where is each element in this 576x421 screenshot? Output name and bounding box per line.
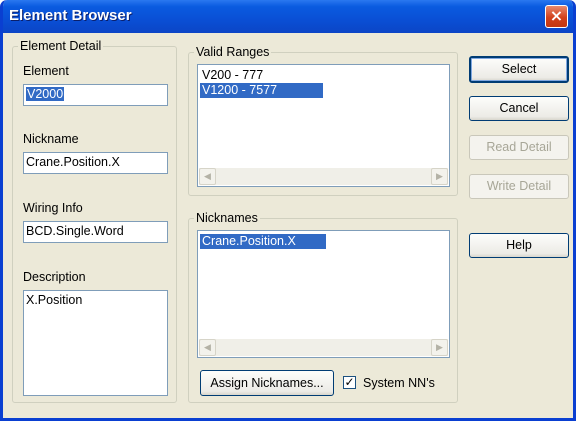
element-label: Element bbox=[23, 64, 69, 78]
help-button[interactable]: Help bbox=[469, 233, 569, 258]
description-label: Description bbox=[23, 270, 86, 284]
title-bar[interactable]: Element Browser × bbox=[3, 0, 573, 33]
nickname-field[interactable]: Crane.Position.X bbox=[23, 152, 168, 174]
system-nn-label: System NN's bbox=[363, 376, 435, 390]
description-field[interactable]: X.Position bbox=[23, 290, 168, 396]
write-detail-button[interactable]: Write Detail bbox=[469, 174, 569, 199]
scroll-left-icon[interactable]: ◀ bbox=[199, 168, 216, 185]
wiring-info-label: Wiring Info bbox=[23, 201, 83, 215]
close-icon[interactable]: × bbox=[545, 5, 568, 28]
list-item[interactable]: V200 - 777 bbox=[200, 68, 265, 83]
element-field[interactable]: V2000 bbox=[23, 84, 168, 106]
valid-ranges-list[interactable]: V200 - 777 V1200 - 7577 ◀ ▶ bbox=[197, 64, 450, 187]
element-browser-dialog: Element Browser × Element Detail Element… bbox=[0, 0, 576, 421]
horizontal-scrollbar[interactable]: ◀ ▶ bbox=[199, 168, 448, 185]
horizontal-scrollbar[interactable]: ◀ ▶ bbox=[199, 339, 448, 356]
assign-nicknames-button[interactable]: Assign Nicknames... bbox=[200, 370, 334, 396]
list-item-selected[interactable]: Crane.Position.X bbox=[200, 234, 326, 249]
nicknames-list[interactable]: Crane.Position.X ◀ ▶ bbox=[197, 230, 450, 358]
scroll-right-icon[interactable]: ▶ bbox=[431, 168, 448, 185]
element-value: V2000 bbox=[26, 87, 65, 101]
read-detail-button[interactable]: Read Detail bbox=[469, 135, 569, 160]
window-title: Element Browser bbox=[9, 7, 132, 24]
system-nn-checkbox[interactable]: ✓ bbox=[343, 376, 356, 389]
scroll-right-icon[interactable]: ▶ bbox=[431, 339, 448, 356]
select-button[interactable]: Select bbox=[469, 56, 569, 83]
valid-ranges-title: Valid Ranges bbox=[194, 45, 272, 59]
nicknames-title: Nicknames bbox=[194, 211, 260, 225]
element-detail-title: Element Detail bbox=[18, 39, 104, 53]
scroll-left-icon[interactable]: ◀ bbox=[199, 339, 216, 356]
cancel-button[interactable]: Cancel bbox=[469, 96, 569, 121]
nickname-label: Nickname bbox=[23, 132, 79, 146]
list-item-selected[interactable]: V1200 - 7577 bbox=[200, 83, 323, 98]
wiring-info-field[interactable]: BCD.Single.Word bbox=[23, 221, 168, 243]
